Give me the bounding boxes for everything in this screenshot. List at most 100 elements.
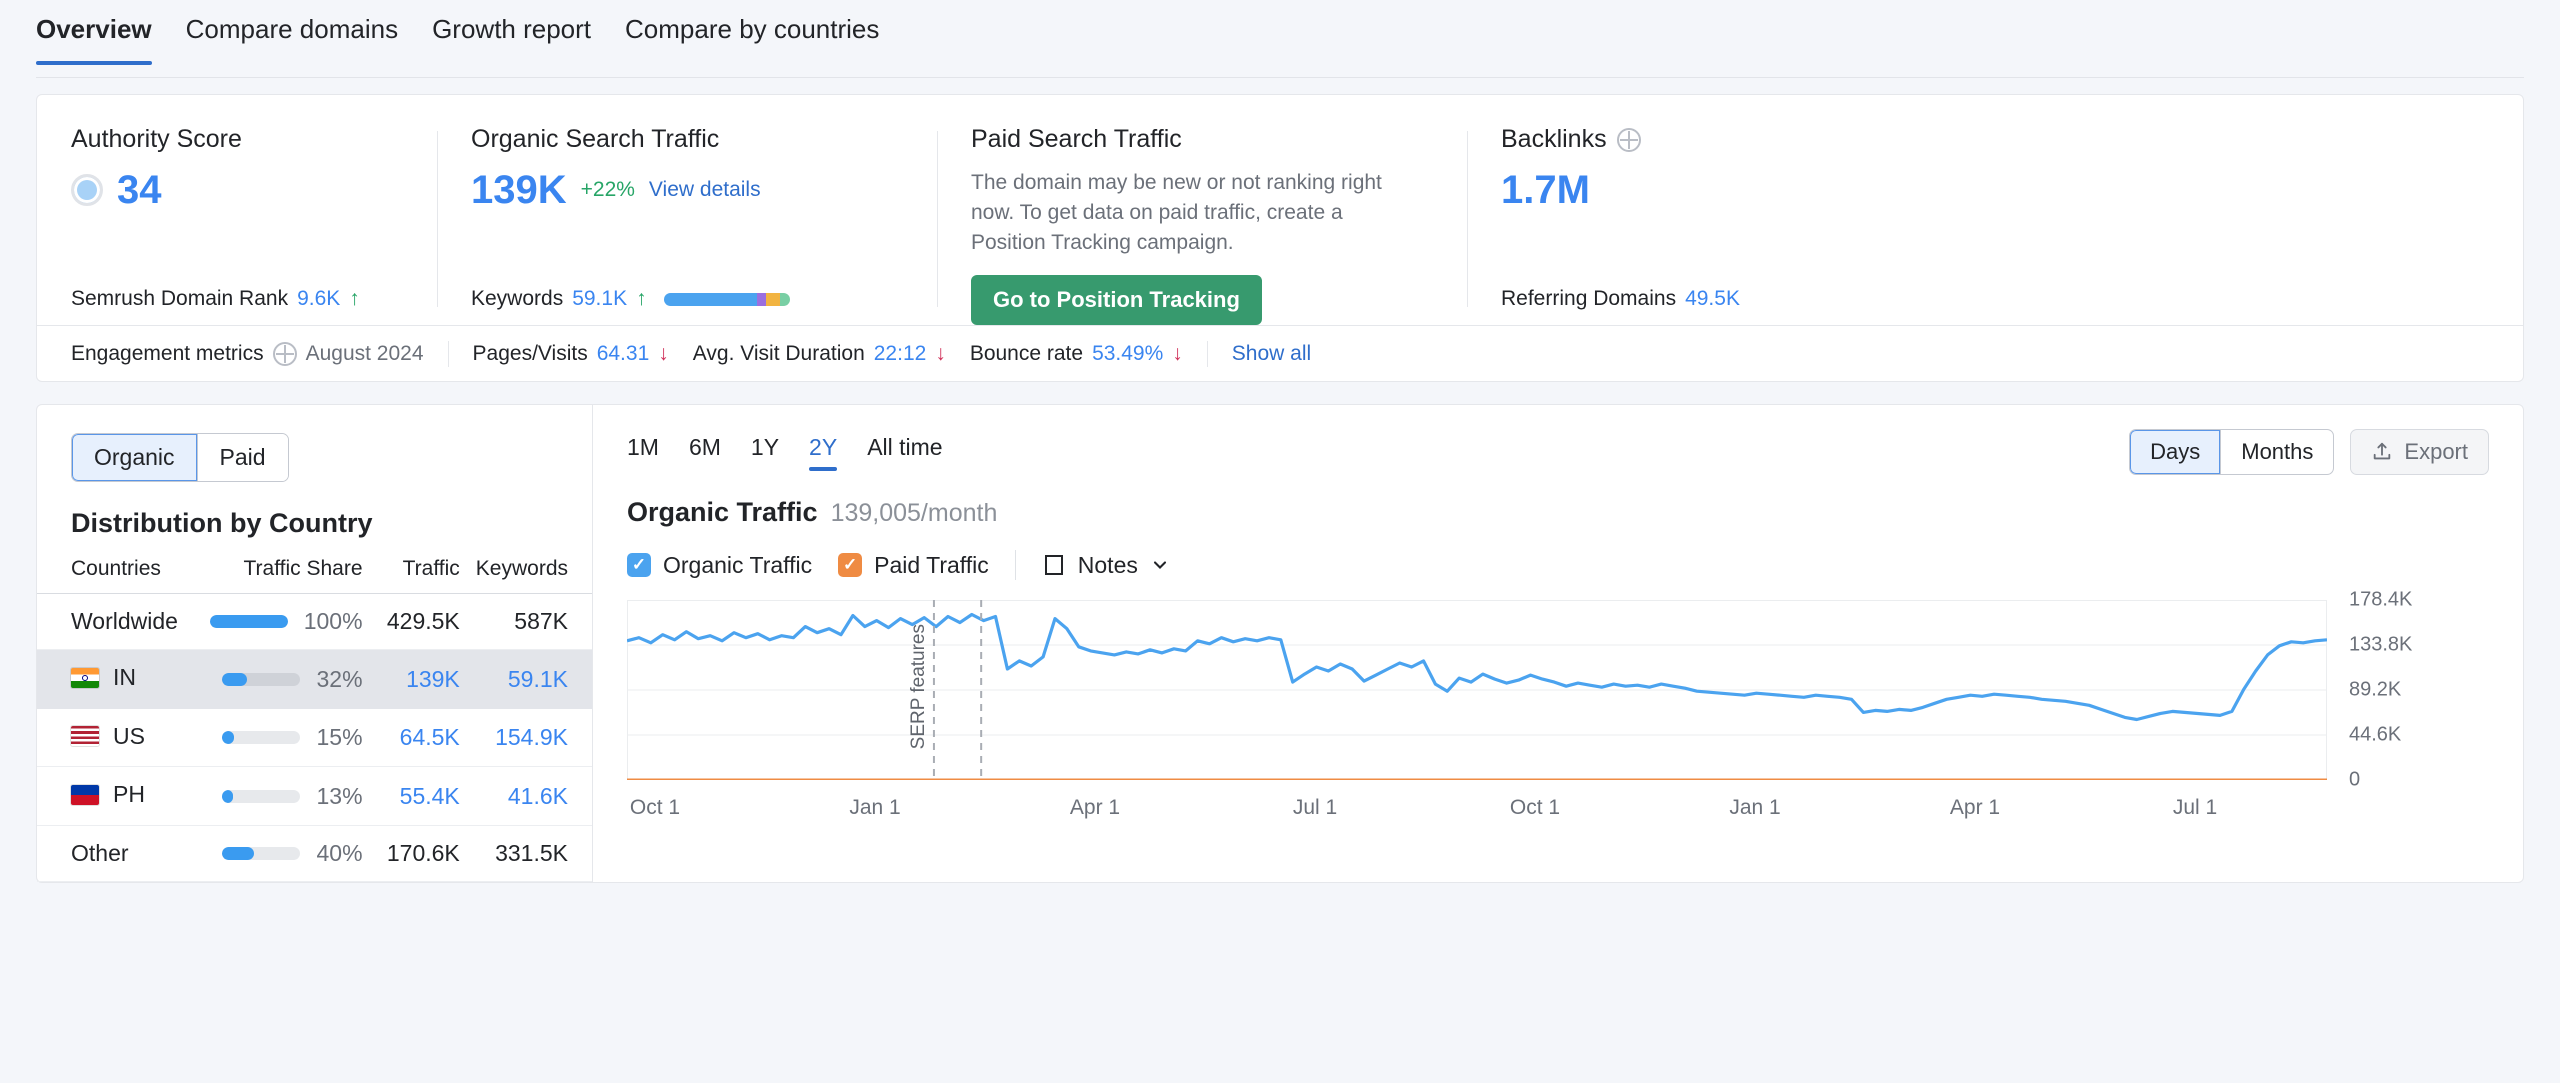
kpi-backlinks-title: Backlinks [1501, 125, 1953, 154]
legend-paid-traffic[interactable]: ✓ Paid Traffic [838, 552, 989, 579]
table-row[interactable]: IN 32% 139K 59.1K [37, 649, 592, 709]
column-header-traffic-share[interactable]: Traffic Share [205, 557, 379, 595]
traffic-share-bar-fill [209, 615, 288, 629]
kpi-authority-score-value-row: 34 [71, 168, 403, 212]
kpi-row: Authority Score 34 Semrush Domain Rank 9… [37, 95, 2523, 326]
metric-bounce-rate-value: 53.49% [1092, 341, 1164, 365]
cell-traffic[interactable]: 55.4K [378, 766, 476, 826]
traffic-share-bar [222, 672, 301, 686]
cell-keywords: 587K [475, 593, 592, 651]
engagement-metrics-label: Engagement metrics [71, 341, 264, 365]
traffic-share-value: 100% [303, 608, 363, 635]
tab-growth-report[interactable]: Growth report [432, 0, 591, 65]
note-icon [1044, 555, 1063, 576]
metric-avg-visit-duration: Avg. Visit Duration 22:12 ↓ [693, 342, 970, 366]
country-name: PH [113, 781, 145, 808]
show-all-link[interactable]: Show all [1232, 342, 1335, 366]
cell-traffic-share: 15% [205, 708, 379, 768]
flag-icon-ph [71, 784, 99, 805]
kpi-organic-search-traffic-title: Organic Search Traffic [471, 125, 720, 153]
range-6m[interactable]: 6M [689, 434, 721, 471]
kpi-authority-score-title: Authority Score [71, 125, 242, 153]
table-row[interactable]: Other 40% 170.6K 331.5K [37, 825, 592, 882]
distribution-by-country-title: Distribution by Country [71, 508, 373, 539]
granularity-toggle[interactable]: Days Months [2129, 429, 2335, 476]
kpi-backlinks-value: 1.7M [1501, 168, 1590, 212]
chart-toolbar: 1M 6M 1Y 2Y All time Days Months Export [627, 429, 2489, 476]
column-header-traffic[interactable]: Traffic [378, 557, 476, 595]
notes-label: Notes [1077, 551, 1138, 578]
cell-keywords[interactable]: 154.9K [475, 708, 592, 768]
organic-paid-toggle[interactable]: Organic Paid [71, 433, 289, 483]
country-label-group: IN [71, 664, 136, 691]
traffic-share-group: 32% [205, 666, 363, 693]
trend-down-icon: ↓ [658, 341, 669, 365]
cell-keywords[interactable]: 59.1K [475, 649, 592, 709]
referring-domains-value[interactable]: 49.5K [1685, 287, 1740, 311]
semrush-domain-rank-value[interactable]: 9.6K [297, 287, 340, 311]
checkbox-paid-traffic[interactable]: ✓ [838, 553, 863, 578]
cell-traffic-share: 40% [205, 825, 379, 882]
referring-domains: Referring Domains 49.5K [1501, 287, 1740, 311]
range-1y[interactable]: 1Y [751, 434, 779, 471]
y-axis-tick-label: 133.8K [2349, 633, 2413, 656]
country-label-group: PH [71, 781, 145, 808]
table-row[interactable]: PH 13% 55.4K 41.6K [37, 766, 592, 826]
checkbox-organic-traffic[interactable]: ✓ [627, 553, 651, 578]
column-header-countries[interactable]: Countries [37, 557, 206, 595]
kpi-organic-search-traffic: Organic Search Traffic 139K +22% View de… [437, 125, 937, 325]
range-all-time[interactable]: All time [867, 434, 942, 471]
ashoka-chakra-icon [82, 674, 88, 681]
organic-keywords-label: Keywords [471, 287, 564, 311]
range-1m[interactable]: 1M [627, 434, 659, 471]
kpi-organic-search-traffic-value: 139K [471, 168, 567, 212]
chart-subtitle: 139,005/month [830, 499, 998, 528]
table-row[interactable]: Worldwide 100% 429.5K 587K [37, 593, 592, 651]
organic-keywords-value[interactable]: 59.1K [572, 287, 627, 311]
cell-traffic: 170.6K [378, 825, 476, 882]
tab-overview[interactable]: Overview [36, 0, 152, 65]
legend-organic-traffic-label: Organic Traffic [663, 551, 813, 578]
metric-bounce-rate-label: Bounce rate [969, 341, 1084, 365]
chart-plot-area: SERP features 178.4K 133.8K 89.2K 44.6K 0 [626, 589, 2489, 791]
cell-keywords: 331.5K [475, 825, 592, 882]
cell-keywords[interactable]: 41.6K [475, 766, 592, 826]
traffic-share-value: 40% [316, 839, 363, 866]
cell-traffic[interactable]: 64.5K [378, 708, 476, 768]
go-to-position-tracking-button[interactable]: Go to Position Tracking [971, 275, 1262, 326]
metric-pages-visits: Pages/Visits 64.31 ↓ [473, 342, 693, 366]
kpi-authority-score: Authority Score 34 Semrush Domain Rank 9… [37, 125, 437, 325]
toggle-paid[interactable]: Paid [196, 434, 288, 482]
legend-organic-traffic[interactable]: ✓ Organic Traffic [627, 552, 812, 579]
chart-canvas[interactable]: SERP features [626, 599, 2328, 782]
time-range-selector: 1M 6M 1Y 2Y All time [627, 434, 943, 471]
kpi-backlinks: Backlinks 1.7M Referring Domains 49.5K [1467, 125, 1987, 325]
kpi-paid-search-traffic: Paid Search Traffic The domain may be ne… [937, 125, 1467, 326]
x-axis-tick-label: Oct 1 [1509, 796, 1561, 820]
kpi-authority-score-value: 34 [117, 168, 162, 212]
column-header-keywords[interactable]: Keywords [475, 557, 592, 595]
keywords-distribution-bar[interactable] [663, 292, 790, 306]
traffic-share-bar [209, 615, 288, 629]
table-row[interactable]: US 15% 64.5K 154.9K [37, 708, 592, 768]
notes-dropdown[interactable]: Notes [1042, 552, 1170, 579]
range-2y[interactable]: 2Y [809, 434, 838, 471]
tab-compare-domains[interactable]: Compare domains [186, 0, 398, 65]
serp-features-annotation[interactable]: SERP features [908, 624, 930, 749]
export-icon [2374, 443, 2391, 460]
view-details-link[interactable]: View details [649, 178, 761, 202]
cell-traffic[interactable]: 139K [378, 649, 476, 709]
paid-search-traffic-description: The domain may be new or not ranking rig… [971, 171, 1382, 254]
traffic-share-value: 13% [316, 782, 363, 809]
kpi-backlinks-label: Backlinks [1501, 125, 1607, 153]
x-axis-tick-label: Jul 1 [1292, 796, 1338, 820]
semrush-domain-rank: Semrush Domain Rank 9.6K ↑ [71, 287, 360, 311]
granularity-months[interactable]: Months [2220, 430, 2333, 475]
granularity-days[interactable]: Days [2130, 430, 2221, 475]
y-axis-tick-label: 89.2K [2349, 678, 2402, 701]
export-button[interactable]: Export [2350, 429, 2489, 476]
tab-compare-by-countries[interactable]: Compare by countries [625, 0, 879, 65]
toggle-organic[interactable]: Organic [72, 434, 197, 482]
country-name: Other [71, 839, 129, 866]
chart-y-axis: 178.4K 133.8K 89.2K 44.6K 0 [2349, 589, 2489, 791]
